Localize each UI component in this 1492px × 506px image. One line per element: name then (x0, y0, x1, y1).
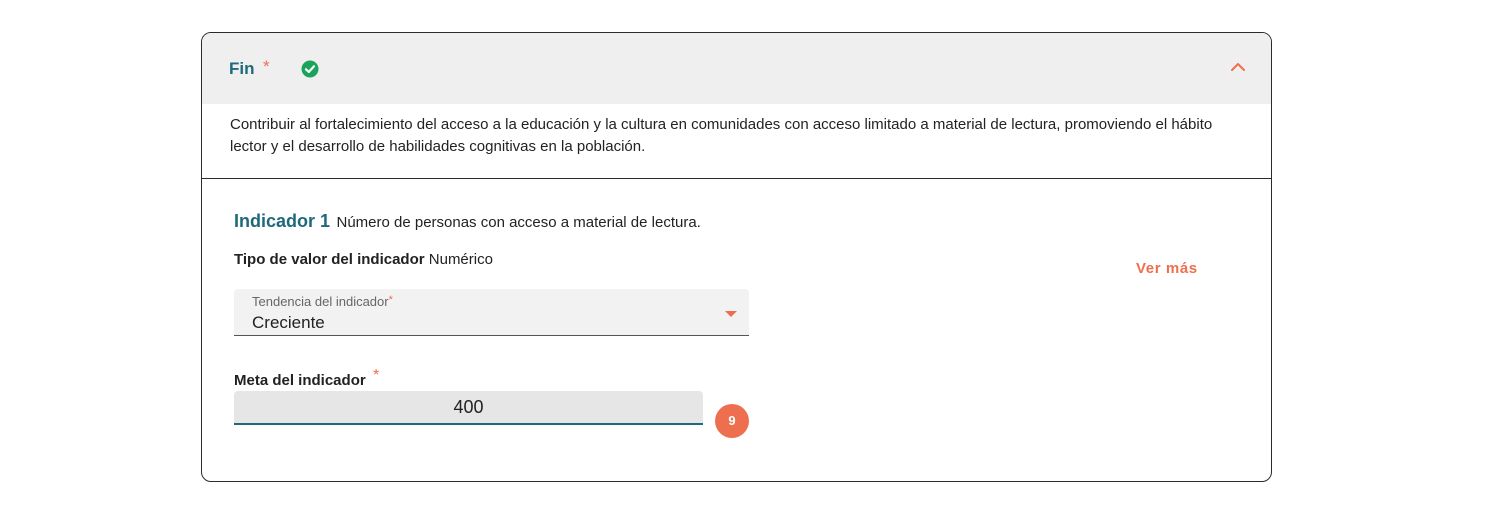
check-circle-icon (301, 60, 319, 78)
divider (202, 178, 1271, 179)
chevron-up-icon[interactable] (1228, 59, 1248, 75)
section-description: Contribuir al fortalecimiento del acceso… (230, 116, 1213, 155)
goal-input[interactable] (234, 391, 703, 425)
required-asterisk: * (263, 57, 270, 76)
trend-select-label: Tendencia del indicador* (252, 294, 393, 309)
required-asterisk: * (373, 367, 380, 384)
required-asterisk: * (388, 294, 393, 306)
value-type-value: Numérico (428, 251, 493, 268)
trend-select-value: Creciente (252, 313, 325, 332)
goal-label: Meta del indicador (234, 372, 366, 389)
trend-select[interactable]: Tendencia del indicador* Creciente (234, 289, 749, 336)
dropdown-arrow-icon (725, 311, 737, 317)
count-badge: 9 (715, 404, 749, 438)
indicator-label: Indicador 1 (234, 211, 331, 231)
see-more-link[interactable]: Ver más (1136, 260, 1198, 277)
value-type-label: Tipo de valor del indicador (234, 251, 425, 268)
trend-label-text: Tendencia del indicador (252, 294, 389, 309)
accordion-header[interactable]: Fin * (202, 33, 1271, 104)
value-type-row: Tipo de valor del indicador Numérico (234, 251, 493, 268)
indicator-heading: Indicador 1 Número de personas con acces… (234, 211, 701, 232)
indicator-card: Fin * Contribuir al fortalecimiento del … (201, 32, 1272, 482)
section-title: Fin (229, 59, 255, 78)
indicator-name: Número de personas con acceso a material… (336, 214, 701, 231)
